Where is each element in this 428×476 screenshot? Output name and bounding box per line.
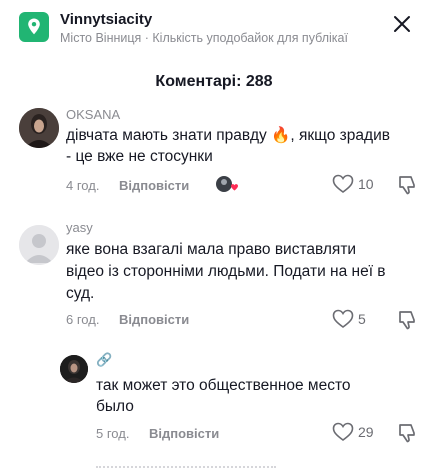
like-count: 5 (358, 311, 366, 327)
comment-time: 4 год. (66, 178, 100, 193)
dislike-icon[interactable] (396, 422, 418, 444)
comment-username[interactable]: OKSANA (66, 107, 120, 122)
like-count: 10 (358, 176, 374, 192)
dislike-icon[interactable] (396, 174, 418, 196)
like-count: 29 (358, 424, 374, 440)
comments-screen: Vinnytsiacity Місто Вінниця · Кількість … (0, 0, 428, 476)
creator-liked-badge (214, 174, 240, 194)
header-subtitle: Місто Вінниця · Кількість уподобайок для… (60, 31, 348, 45)
comment-text: суд. (66, 285, 95, 302)
avatar[interactable] (60, 355, 88, 383)
avatar[interactable] (19, 225, 59, 265)
comments-count-title: Коментарі: 288 (155, 73, 273, 90)
map-pin-app-icon[interactable] (19, 12, 49, 42)
comment-text: дівчата мають знати правду 🔥, якщо зради… (66, 127, 390, 144)
reply-button[interactable]: Відповісти (119, 178, 189, 193)
dislike-icon[interactable] (396, 309, 418, 331)
avatar[interactable] (19, 108, 59, 148)
next-comment-cutoff (96, 466, 276, 472)
comment-time: 5 год. (96, 426, 130, 441)
comment-text: яке вона взагалі мала право виставляти (66, 241, 357, 258)
comment-text: было (96, 398, 134, 415)
reply-button[interactable]: Відповісти (149, 426, 219, 441)
heart-icon (332, 422, 354, 441)
comment-text: - це вже не стосунки (66, 148, 213, 165)
comment-username[interactable]: yasy (66, 220, 93, 235)
header-title[interactable]: Vinnytsiacity (60, 11, 152, 28)
like-button[interactable]: 29 (332, 422, 374, 442)
header: Vinnytsiacity Місто Вінниця · Кількість … (0, 0, 428, 58)
heart-icon (332, 309, 354, 328)
comment-time: 6 год. (66, 312, 100, 327)
reply-button[interactable]: Відповісти (119, 312, 189, 327)
comment-text: так может это общественное место (96, 377, 351, 394)
close-button[interactable] (390, 12, 414, 36)
heart-icon (332, 174, 354, 193)
like-button[interactable]: 5 (332, 309, 366, 329)
close-icon (394, 16, 410, 32)
comment-username[interactable]: 🔗 (96, 352, 112, 368)
like-button[interactable]: 10 (332, 174, 374, 194)
comment-text: відео із сторонніми людьми. Подати на не… (66, 263, 386, 280)
